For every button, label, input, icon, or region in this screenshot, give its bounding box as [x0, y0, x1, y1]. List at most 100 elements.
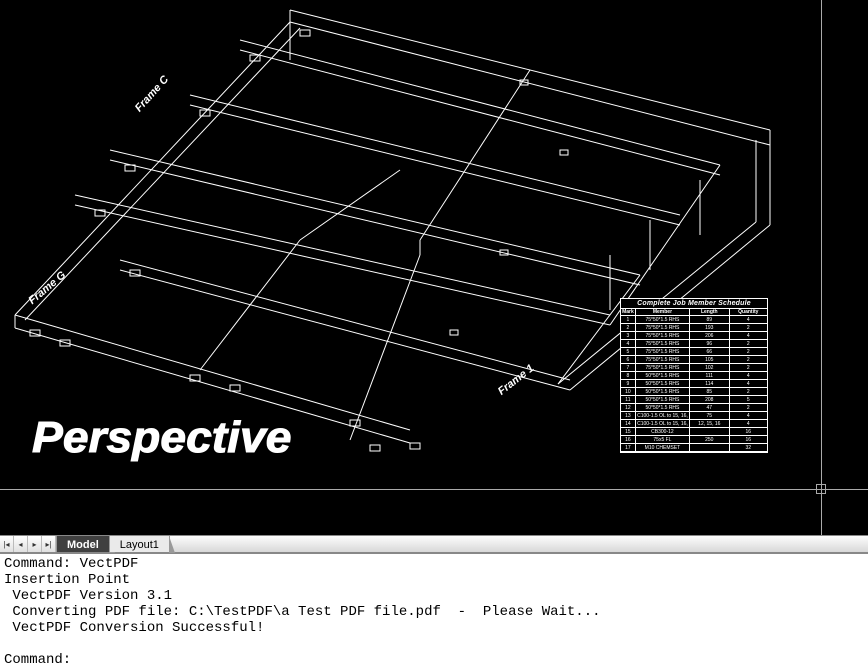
schedule-row: 1250*50*1.5 RHS472 — [621, 404, 767, 412]
cell-qty: 16 — [730, 436, 767, 443]
schedule-col-member: Member — [636, 309, 690, 315]
cell-qty: 2 — [730, 340, 767, 347]
cell-qty: 4 — [730, 316, 767, 323]
schedule-row: 1050*50*1.5 RHS852 — [621, 388, 767, 396]
cell-length — [690, 428, 729, 435]
cell-length: 102 — [690, 364, 729, 371]
cell-mark: 13 — [621, 412, 636, 419]
crosshair-vertical — [821, 0, 822, 535]
cell-qty: 4 — [730, 412, 767, 419]
schedule-header: Mark Member Length Quantity — [621, 309, 767, 316]
tab-nav-first[interactable]: |◂ — [0, 536, 14, 552]
crosshair-horizontal — [0, 489, 868, 490]
view-label: Perspective — [32, 413, 291, 463]
cell-member: 75*50*1.5 RHS — [636, 316, 690, 323]
schedule-row: 14C100-1.5 OL to 15, 16, 1712, 15, 164 — [621, 420, 767, 428]
cell-qty: 4 — [730, 332, 767, 339]
cell-mark: 16 — [621, 436, 636, 443]
cell-mark: 15 — [621, 428, 636, 435]
cell-member: 75*50*1.5 RHS — [636, 356, 690, 363]
schedule-table: Complete Job Member Schedule Mark Member… — [620, 298, 768, 453]
cell-mark: 5 — [621, 348, 636, 355]
cell-member: 75*50*1.5 RHS — [636, 340, 690, 347]
cell-length: 85 — [690, 388, 729, 395]
cell-length: 206 — [690, 332, 729, 339]
cell-qty: 32 — [730, 444, 767, 451]
cell-member: 50*50*1.5 RHS — [636, 396, 690, 403]
cell-length: 114 — [690, 380, 729, 387]
cell-length: 96 — [690, 340, 729, 347]
cell-mark: 14 — [621, 420, 636, 427]
cell-member: 75*50*1.5 RHS — [636, 364, 690, 371]
tab-nav-last[interactable]: ▸| — [42, 536, 56, 552]
command-window[interactable]: Command: VectPDF Insertion Point VectPDF… — [0, 553, 868, 670]
cell-length: 47 — [690, 404, 729, 411]
cell-member: C100-1.5 OL to 15, 16, 17 — [636, 420, 690, 427]
cell-length: 250 — [690, 436, 729, 443]
schedule-col-qty: Quantity — [730, 309, 767, 315]
schedule-row: 950*50*1.5 RHS1144 — [621, 380, 767, 388]
cell-mark: 6 — [621, 356, 636, 363]
schedule-row: 850*50*1.5 RHS1114 — [621, 372, 767, 380]
cell-length — [690, 444, 729, 451]
cell-member: 50*50*1.5 RHS — [636, 372, 690, 379]
cell-length: 89 — [690, 316, 729, 323]
cell-qty: 4 — [730, 372, 767, 379]
drawing-viewport[interactable]: Frame C Frame G Frame 1 Perspective Comp… — [0, 0, 868, 535]
cell-length: 12, 15, 16 — [690, 420, 729, 427]
schedule-row: 575*50*1.5 RHS662 — [621, 348, 767, 356]
schedule-row: 675*50*1.5 RHS1052 — [621, 356, 767, 364]
cell-mark: 7 — [621, 364, 636, 371]
tab-nav-prev[interactable]: ◂ — [14, 536, 28, 552]
cell-qty: 2 — [730, 404, 767, 411]
cell-length: 75 — [690, 412, 729, 419]
cell-member: CB300-12 — [636, 428, 690, 435]
tab-model[interactable]: Model — [57, 536, 110, 552]
cell-member: 75x5 FL — [636, 436, 690, 443]
schedule-row: 17M10 CHEMSET 32 — [621, 444, 767, 452]
cell-mark: 12 — [621, 404, 636, 411]
cell-qty: 4 — [730, 380, 767, 387]
cell-length: 66 — [690, 348, 729, 355]
cell-qty: 16 — [730, 428, 767, 435]
cell-member: 50*50*1.5 RHS — [636, 404, 690, 411]
cell-mark: 1 — [621, 316, 636, 323]
tab-layout1[interactable]: Layout1 — [110, 536, 170, 552]
cell-mark: 11 — [621, 396, 636, 403]
cell-mark: 4 — [621, 340, 636, 347]
cell-mark: 9 — [621, 380, 636, 387]
cell-qty: 2 — [730, 356, 767, 363]
schedule-row: 1150*50*1.5 RHS2085 — [621, 396, 767, 404]
schedule-title: Complete Job Member Schedule — [621, 299, 767, 309]
cell-length: 111 — [690, 372, 729, 379]
cell-mark: 8 — [621, 372, 636, 379]
tab-nav-next[interactable]: ▸ — [28, 536, 42, 552]
cell-mark: 2 — [621, 324, 636, 331]
tab-nav-buttons: |◂ ◂ ▸ ▸| — [0, 536, 57, 552]
cell-member: 75*50*1.5 RHS — [636, 324, 690, 331]
schedule-col-mark: Mark — [621, 309, 636, 315]
layout-tab-bar: |◂ ◂ ▸ ▸| Model Layout1 — [0, 535, 868, 553]
schedule-row: 275*50*1.5 RHS1932 — [621, 324, 767, 332]
cell-length: 105 — [690, 356, 729, 363]
schedule-row: 15CB300-12 16 — [621, 428, 767, 436]
cell-member: 50*50*1.5 RHS — [636, 380, 690, 387]
cell-member: 75*50*1.5 RHS — [636, 348, 690, 355]
crosshair-pickbox — [816, 484, 826, 494]
schedule-row: 1675x5 FL25016 — [621, 436, 767, 444]
cell-length: 208 — [690, 396, 729, 403]
cell-mark: 3 — [621, 332, 636, 339]
cell-member: 75*50*1.5 RHS — [636, 332, 690, 339]
cell-qty: 4 — [730, 420, 767, 427]
cell-qty: 2 — [730, 348, 767, 355]
cell-member: M10 CHEMSET — [636, 444, 690, 451]
cell-mark: 17 — [621, 444, 636, 451]
cell-member: C100-1.5 OL to 15, 16, 17 — [636, 412, 690, 419]
cell-member: 50*50*1.5 RHS — [636, 388, 690, 395]
schedule-col-length: Length — [690, 309, 729, 315]
schedule-row: 775*50*1.5 RHS1022 — [621, 364, 767, 372]
cell-qty: 2 — [730, 364, 767, 371]
schedule-row: 475*50*1.5 RHS962 — [621, 340, 767, 348]
cell-qty: 2 — [730, 324, 767, 331]
cell-qty: 5 — [730, 396, 767, 403]
